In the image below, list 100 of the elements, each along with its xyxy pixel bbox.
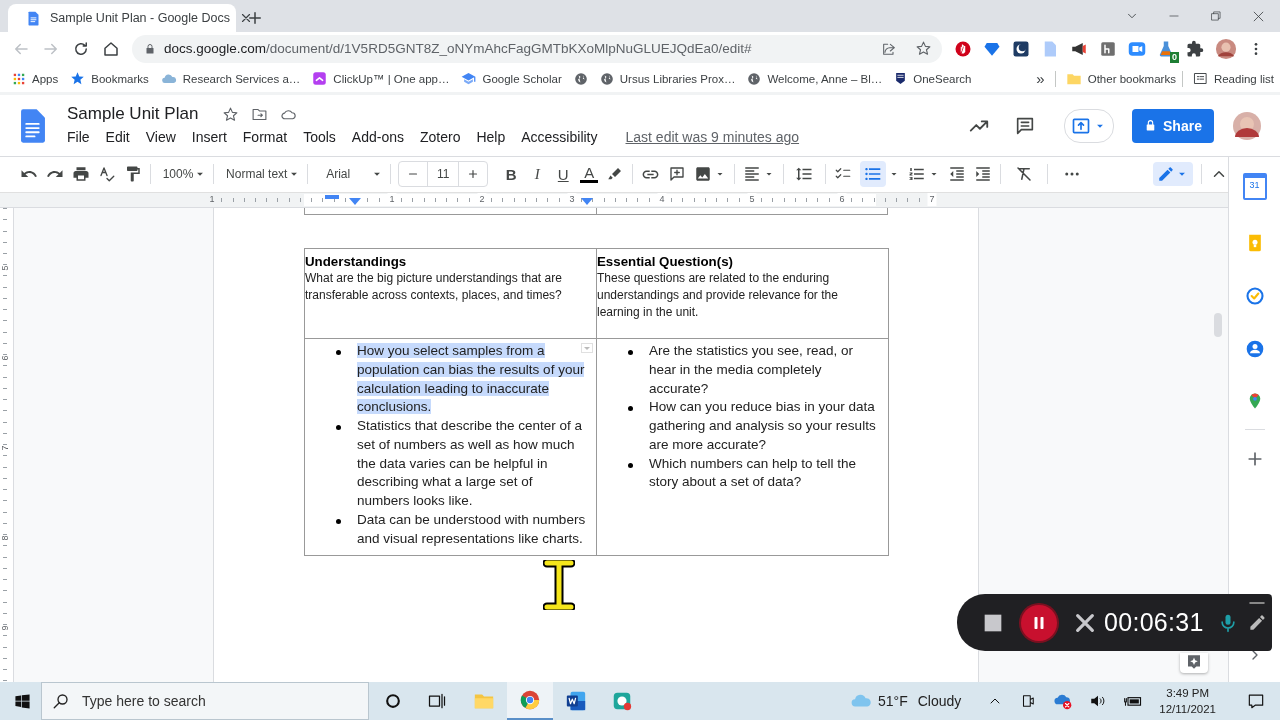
explore-button[interactable] [1180, 652, 1208, 673]
stop-icon[interactable] [983, 612, 1003, 633]
cell-menu-icon[interactable] [581, 342, 593, 353]
column-description: What are the big picture understandings that are transferable across contexts, places, and times? [305, 269, 563, 304]
document-title[interactable]: Sample Unit Plan [67, 104, 199, 124]
pencil-icon [1157, 165, 1176, 184]
menu-item[interactable]: View [137, 127, 184, 147]
menu-item[interactable]: Accessibility [513, 127, 606, 147]
calendar-icon[interactable]: 31 [1242, 173, 1267, 200]
image-icon[interactable] [693, 165, 712, 184]
decrease-indent-icon[interactable] [948, 165, 966, 184]
list-item-text: Are the statistics you see, read, or hear in the media completely accurate? [649, 341, 855, 398]
ruler-number: 6 [0, 355, 10, 361]
menu-item[interactable]: Add-ons [343, 127, 412, 147]
avatar-icon[interactable] [1232, 110, 1262, 141]
url-text: docs.google.com/document/d/1V5RD5GNT8Z_oNYmAhcFagGMTbKXoMlpNuGLUEJQdEa0/edit# [164, 41, 753, 56]
menu-item[interactable]: Help [468, 127, 514, 147]
ruler-number: 8 [0, 535, 10, 541]
bullet-icon [628, 406, 633, 412]
menu-item[interactable]: Insert [183, 127, 235, 147]
indent-marker-icon[interactable] [581, 197, 593, 205]
align-left-icon[interactable] [742, 165, 761, 184]
close-icon[interactable] [1074, 611, 1096, 634]
cortana-icon[interactable] [383, 691, 403, 711]
video-camera-icon[interactable] [1128, 39, 1146, 58]
recording-timer: 00:06:31 [1104, 608, 1204, 637]
column-description: These questions are related to the enduring understandings and provide relevance for the learning in the unit. [597, 269, 839, 321]
menu-item[interactable]: Tools [295, 127, 344, 147]
bookmark-folder[interactable]: Other bookmarks [1087, 72, 1176, 85]
tasks-icon[interactable] [1244, 286, 1265, 306]
list-item-text: Data can be understood with numbers and visual representations like charts. [357, 511, 587, 548]
home-icon[interactable] [102, 39, 120, 58]
moon-square-icon[interactable] [1012, 39, 1030, 58]
shield-icon [894, 71, 908, 86]
taskbar-app[interactable] [507, 682, 553, 720]
text-color-button[interactable]: A [580, 165, 599, 184]
bookmark[interactable]: Welcome, Anne – Bl… [767, 72, 883, 85]
task-view-icon[interactable] [427, 691, 447, 711]
address-bar[interactable]: docs.google.com/document/d/1V5RD5GNT8Z_oNYmAhcFagGMTbKXoMlpNuGLUEJQdEa0/edit# [132, 34, 942, 63]
reading-list-icon [1192, 71, 1208, 86]
pencil-icon[interactable] [1247, 613, 1267, 632]
docs-logo-icon[interactable] [20, 107, 46, 144]
increase-indent-icon[interactable] [974, 165, 992, 184]
tab-title: Sample Unit Plan - Google Docs [50, 11, 230, 25]
puzzle-icon[interactable] [1186, 39, 1204, 58]
bookmark[interactable]: Google Scholar [482, 72, 562, 85]
star-icon [70, 71, 86, 86]
minimize-icon[interactable] [1248, 600, 1266, 606]
clear-formatting-icon[interactable] [1014, 165, 1033, 184]
list-item-text: How you select samples from a population can bias the results of your calculation leading to inaccurate conclusions. [357, 341, 586, 417]
bookmark[interactable]: Ursus Libraries Prox… [619, 72, 736, 85]
sparkle-icon [1185, 652, 1203, 671]
bold-button[interactable]: B [502, 165, 521, 183]
star-outline-icon[interactable] [915, 40, 932, 57]
italic-button[interactable]: I [528, 165, 547, 183]
last-edit-link[interactable]: Last edit was 9 minutes ago [617, 127, 808, 147]
bookmark[interactable]: ClickUp™ | One app… [333, 72, 450, 85]
recorder-app-icon [611, 690, 633, 712]
spellcheck-icon[interactable] [98, 165, 116, 184]
graduation-cap-icon [461, 71, 477, 86]
bookmark[interactable]: Bookmarks [91, 72, 149, 85]
scrollbar-thumb[interactable] [1214, 312, 1222, 337]
ruler-number: 9 [0, 625, 10, 631]
menu-item[interactable]: Format [234, 127, 296, 147]
pause-button[interactable] [1021, 604, 1057, 641]
restore-icon[interactable] [1209, 9, 1223, 23]
menu-item[interactable]: Edit [97, 127, 138, 147]
editing-mode-button[interactable] [1153, 162, 1194, 187]
underline-button[interactable]: U [554, 165, 573, 183]
new-tab-icon[interactable] [246, 9, 264, 27]
chrome-icon [519, 689, 541, 711]
bookmark[interactable]: Apps [32, 72, 59, 85]
print-icon[interactable] [72, 165, 90, 184]
present-button[interactable] [1064, 108, 1114, 143]
font-dropdown[interactable]: Arial [326, 167, 384, 182]
share-button[interactable]: Share [1132, 108, 1214, 143]
taskbar-search-field[interactable]: Type here to search [41, 682, 369, 720]
bookmark[interactable]: Research Services a… [182, 72, 301, 85]
reload-icon[interactable] [72, 39, 90, 58]
bookmarks-overflow[interactable]: » [1036, 70, 1045, 87]
paint-format-icon[interactable] [124, 165, 142, 184]
bulleted-list-icon[interactable] [860, 161, 886, 188]
reading-list[interactable]: Reading list [1213, 72, 1274, 85]
avatar-icon[interactable] [1215, 37, 1237, 60]
menu-item[interactable]: File [67, 127, 98, 147]
contacts-icon[interactable] [1244, 339, 1265, 359]
menu-item[interactable]: Zotero [412, 127, 469, 147]
lock-icon [144, 42, 156, 55]
windows-start-icon[interactable] [14, 692, 31, 710]
stop-sign-icon[interactable] [954, 39, 972, 58]
globe-icon [573, 71, 588, 86]
zoom-dropdown[interactable]: 100% [162, 167, 208, 182]
clock[interactable]: 3:49 PM 12/11/2021 [1159, 685, 1216, 717]
bookmark[interactable]: OneSearch [913, 72, 972, 85]
style-dropdown[interactable]: Normal text [226, 167, 302, 182]
star-outline-icon[interactable] [222, 105, 240, 123]
column-heading: Essential Question(s) [597, 252, 734, 270]
indent-marker-icon[interactable] [325, 194, 339, 199]
apps-icon [12, 71, 26, 86]
indent-marker-icon[interactable] [349, 197, 361, 205]
